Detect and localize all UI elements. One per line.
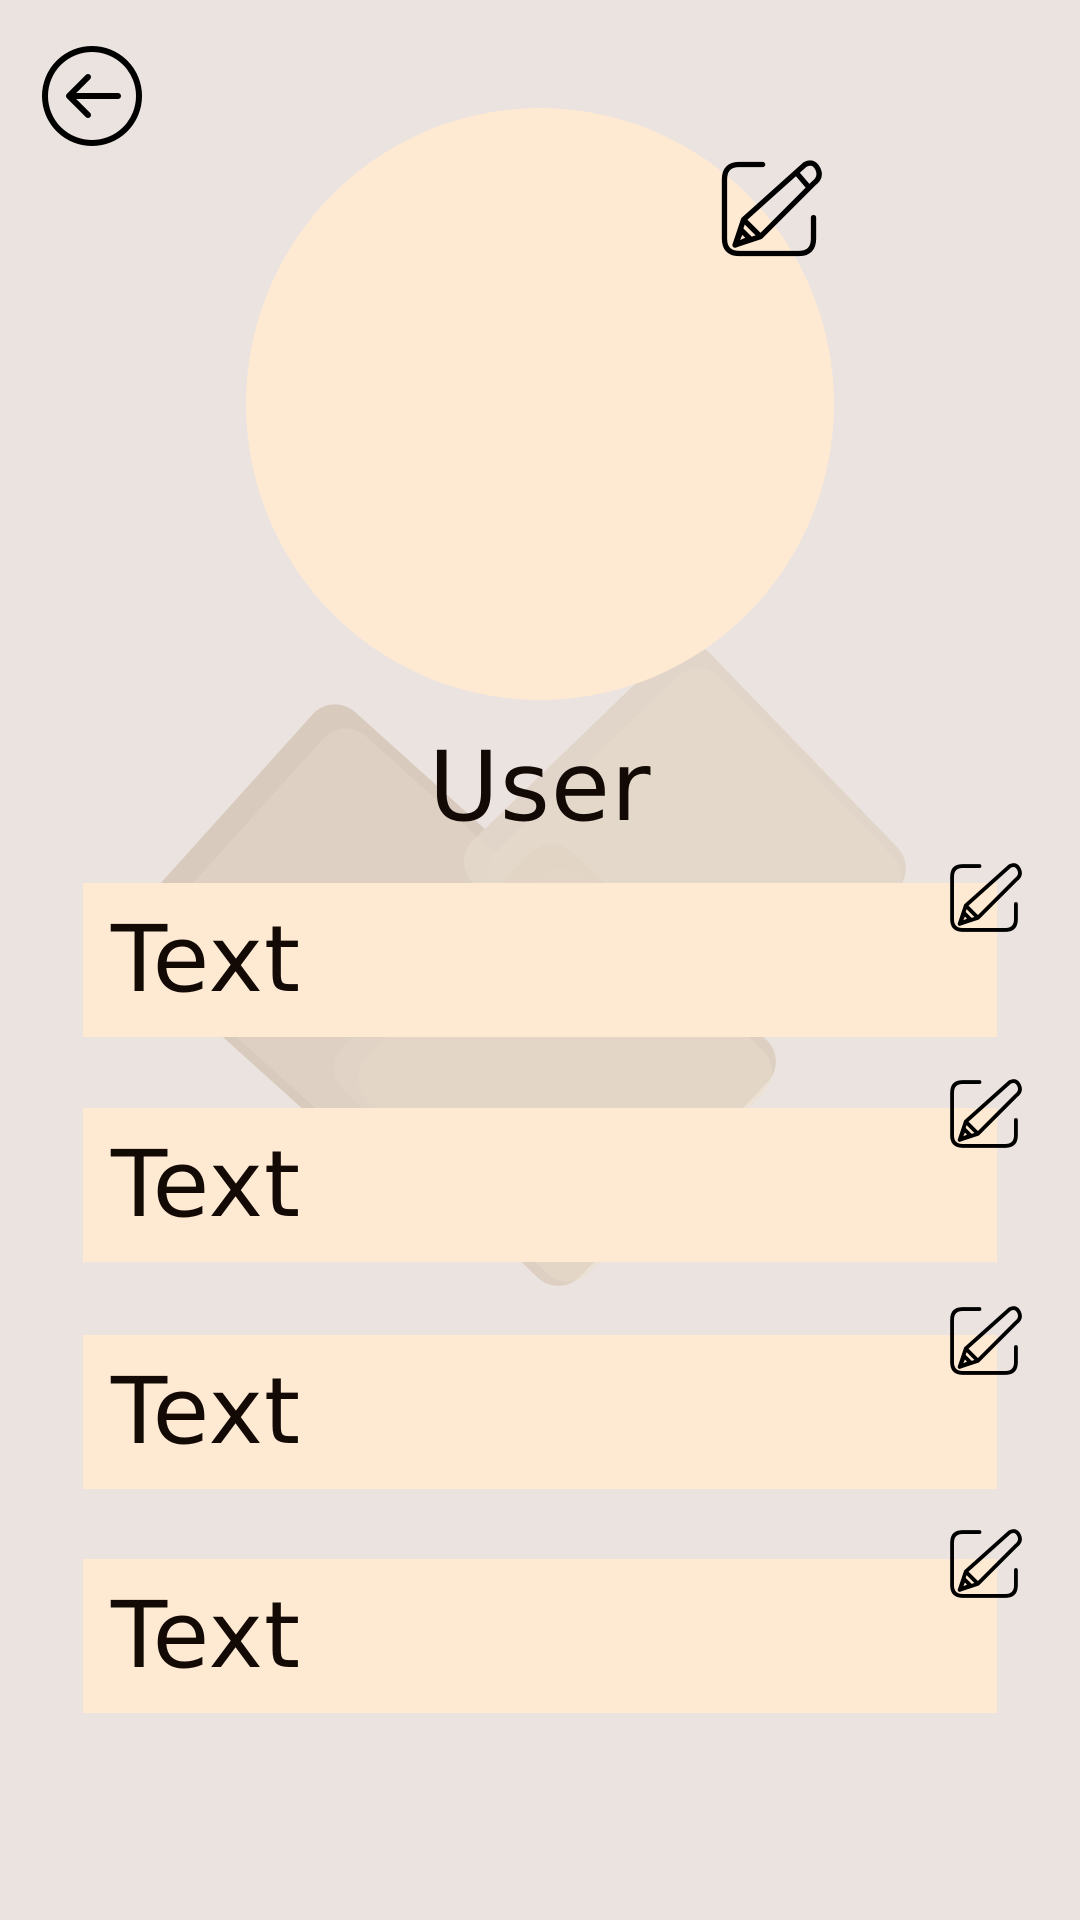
edit-avatar-button[interactable]	[716, 156, 822, 262]
pencil-square-icon	[950, 1079, 1022, 1148]
profile-field: Text	[83, 1559, 997, 1713]
profile-name: User	[428, 731, 652, 843]
edit-field-button[interactable]	[946, 1076, 1022, 1152]
field-value: Text	[111, 1131, 302, 1238]
field-value: Text	[111, 1358, 302, 1465]
pencil-square-icon	[950, 1529, 1022, 1598]
pencil-square-icon	[950, 1306, 1022, 1375]
pencil-square-icon	[950, 863, 1022, 932]
field-value: Text	[111, 1582, 302, 1689]
pencil-square-icon	[721, 160, 822, 257]
arrow-left-circle-icon	[42, 46, 142, 146]
profile-field: Text	[83, 883, 997, 1037]
edit-field-button[interactable]	[946, 1526, 1022, 1602]
edit-field-button[interactable]	[946, 1303, 1022, 1379]
edit-field-button[interactable]	[946, 860, 1022, 936]
back-button[interactable]	[40, 44, 144, 148]
profile-field: Text	[83, 1108, 997, 1262]
field-value: Text	[111, 906, 302, 1013]
profile-field: Text	[83, 1335, 997, 1489]
